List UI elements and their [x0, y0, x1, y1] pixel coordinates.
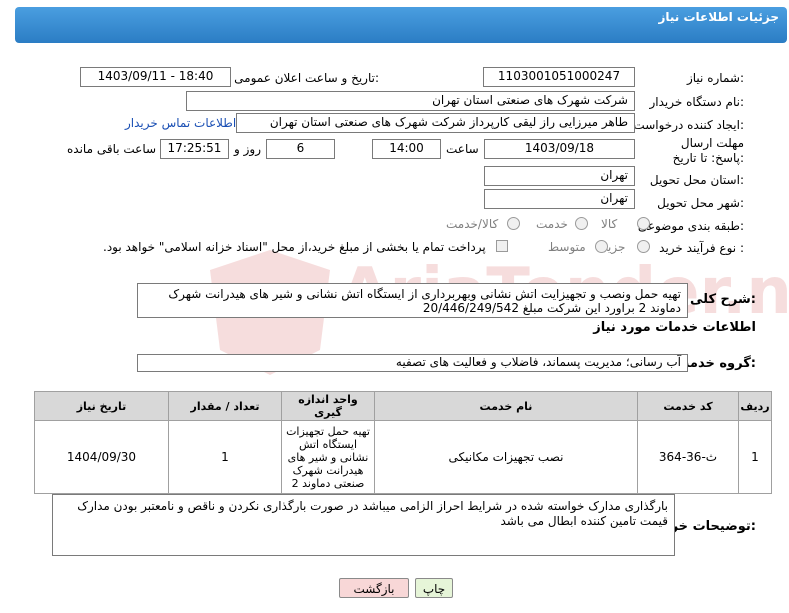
- category-option-service: خدمت: [536, 217, 568, 231]
- requester-label: ایجاد کننده درخواست:: [633, 118, 744, 132]
- city-field: تهران: [484, 189, 635, 209]
- deadline-time-field: 14:00: [372, 139, 441, 159]
- buyer-org-label: نام دستگاه خریدار:: [649, 95, 745, 109]
- category-option-goods: کالا: [601, 217, 618, 231]
- back-button[interactable]: بازگشت: [339, 578, 409, 598]
- header-quantity: تعداد / مقدار: [168, 391, 282, 421]
- page-title: جزئیات اطلاعات نیاز: [658, 10, 779, 24]
- province-label: استان محل تحویل:: [649, 173, 744, 187]
- cell-service-name: نصب تجهیزات مکانیکی: [374, 420, 638, 494]
- print-button[interactable]: چاپ: [415, 578, 453, 598]
- city-label: شهر محل تحویل:: [657, 196, 744, 210]
- buyer-notes-field: بارگذاری مدارک خواسته شده در شرایط احراز…: [52, 494, 675, 556]
- service-group-label: گروه خدمت:: [676, 356, 756, 371]
- cell-unit: تهیه حمل تجهیزات ایستگاه اتش نشانی و شیر…: [281, 420, 375, 494]
- table-header-row: ردیف کد خدمت نام خدمت واحد اندازه گیری ت…: [34, 391, 772, 421]
- buyer-contact-link[interactable]: اطلاعات تماس خریدار: [125, 116, 236, 130]
- category-radio-service[interactable]: [575, 217, 588, 230]
- deadline-time-label: ساعت: [446, 142, 479, 156]
- need-number-label: شماره نیاز:: [686, 71, 744, 85]
- header-unit: واحد اندازه گیری: [281, 391, 375, 421]
- requester-field: طاهر میرزایی راز لیقی کارپرداز شرکت شهرک…: [236, 113, 635, 133]
- table-row: 1 ث-36-364 نصب تجهیزات مکانیکی تهیه حمل …: [34, 420, 772, 494]
- services-table: ردیف کد خدمت نام خدمت واحد اندازه گیری ت…: [34, 391, 772, 494]
- services-heading: اطلاعات خدمات مورد نیاز: [593, 320, 756, 335]
- header-need-date: تاریخ نیاز: [34, 391, 169, 421]
- purchase-type-label: نوع فرآیند خرید :: [659, 241, 744, 255]
- service-group-field: آب رسانی؛ مدیریت پسماند، فاضلاب و فعالیت…: [137, 354, 688, 372]
- category-label: طبقه بندی موضوعی:: [637, 219, 744, 233]
- province-field: تهران: [484, 166, 635, 186]
- header-row-index: ردیف: [738, 391, 772, 421]
- days-field: 6: [266, 139, 335, 159]
- cell-row-index: 1: [738, 420, 772, 494]
- header-service-code: کد خدمت: [637, 391, 739, 421]
- category-radio-goods[interactable]: [637, 217, 650, 230]
- announce-datetime-label: تاریخ و ساعت اعلان عمومی:: [234, 71, 379, 85]
- treasury-checkbox[interactable]: [496, 240, 508, 252]
- category-option-goods-service: کالا/خدمت: [446, 217, 499, 231]
- remaining-label: ساعت باقی مانده: [67, 142, 157, 156]
- need-number-field: 1103001051000247: [483, 67, 635, 87]
- treasury-note: پرداخت تمام یا بخشی از مبلغ خرید،از محل …: [103, 240, 486, 254]
- cell-service-code: ث-36-364: [637, 420, 739, 494]
- description-field: تهیه حمل ونصب و تجهیزایت اتش نشانی وبهرب…: [137, 283, 688, 318]
- purchase-option-medium: متوسط: [548, 240, 586, 254]
- announce-datetime-field: 1403/09/11 - 18:40: [80, 67, 231, 87]
- remaining-time-field: 17:25:51: [160, 139, 229, 159]
- header-service-name: نام خدمت: [374, 391, 638, 421]
- cell-quantity: 1: [168, 420, 282, 494]
- days-label: روز و: [234, 142, 261, 156]
- reply-deadline-label: مهلت ارسال پاسخ: تا تاریخ:: [672, 136, 744, 165]
- category-radio-goods-service[interactable]: [507, 217, 520, 230]
- deadline-date-field: 1403/09/18: [484, 139, 635, 159]
- buyer-org-field: شرکت شهرک های صنعتی استان تهران: [186, 91, 635, 111]
- purchase-radio-medium[interactable]: [595, 240, 608, 253]
- cell-need-date: 1404/09/30: [34, 420, 169, 494]
- purchase-radio-minor[interactable]: [637, 240, 650, 253]
